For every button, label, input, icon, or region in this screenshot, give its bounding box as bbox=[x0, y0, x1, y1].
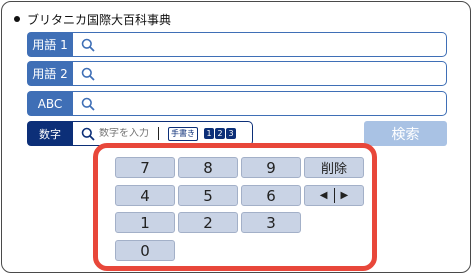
keypad-icon-digit: 1 bbox=[204, 128, 214, 139]
search-icon bbox=[81, 97, 95, 111]
term1-input[interactable] bbox=[73, 32, 447, 57]
key-9[interactable]: 9 bbox=[241, 157, 301, 178]
key-3[interactable]: 3 bbox=[241, 212, 301, 233]
search-icon bbox=[81, 127, 95, 141]
keypad-icon-digit: 3 bbox=[226, 128, 236, 139]
delete-key[interactable]: 削除 bbox=[304, 157, 364, 178]
key-2[interactable]: 2 bbox=[178, 212, 238, 233]
search-icon bbox=[81, 38, 95, 52]
numeric-label: 数字 bbox=[27, 121, 73, 146]
text-caret bbox=[158, 127, 159, 140]
key-5[interactable]: 5 bbox=[178, 185, 238, 206]
numeric-keypad: 7 8 9 削除 4 5 6 ◀ ▶ 1 2 3 0 bbox=[93, 143, 377, 271]
cursor-arrow-keys[interactable]: ◀ ▶ bbox=[304, 185, 364, 206]
numeric-keypad-icon[interactable]: 1 2 3 bbox=[204, 128, 236, 139]
cursor-separator bbox=[333, 188, 335, 203]
key-8[interactable]: 8 bbox=[178, 157, 238, 178]
arrow-right-icon[interactable]: ▶ bbox=[341, 190, 349, 201]
search-button[interactable]: 検索 bbox=[364, 121, 447, 146]
key-4[interactable]: 4 bbox=[115, 185, 175, 206]
abc-input[interactable] bbox=[73, 91, 447, 116]
key-7[interactable]: 7 bbox=[115, 157, 175, 178]
abc-row: ABC bbox=[27, 91, 447, 116]
key-0[interactable]: 0 bbox=[115, 240, 175, 261]
handwriting-button[interactable]: 手書き bbox=[168, 126, 198, 141]
term1-label: 用語 1 bbox=[27, 32, 73, 57]
numeric-input[interactable] bbox=[99, 128, 157, 139]
key-6[interactable]: 6 bbox=[241, 185, 301, 206]
dictionary-title: ブリタニカ国際大百科事典 bbox=[27, 12, 172, 27]
term2-input[interactable] bbox=[73, 61, 447, 86]
term2-row: 用語 2 bbox=[27, 61, 447, 86]
key-1[interactable]: 1 bbox=[115, 212, 175, 233]
term1-row: 用語 1 bbox=[27, 32, 447, 57]
term2-label: 用語 2 bbox=[27, 61, 73, 86]
abc-label: ABC bbox=[27, 91, 73, 116]
search-icon bbox=[81, 67, 95, 81]
keypad-icon-digit: 2 bbox=[215, 128, 225, 139]
arrow-left-icon[interactable]: ◀ bbox=[320, 190, 328, 201]
dictionary-title-row: ブリタニカ国際大百科事典 bbox=[14, 9, 171, 29]
bullet-icon bbox=[14, 16, 20, 22]
